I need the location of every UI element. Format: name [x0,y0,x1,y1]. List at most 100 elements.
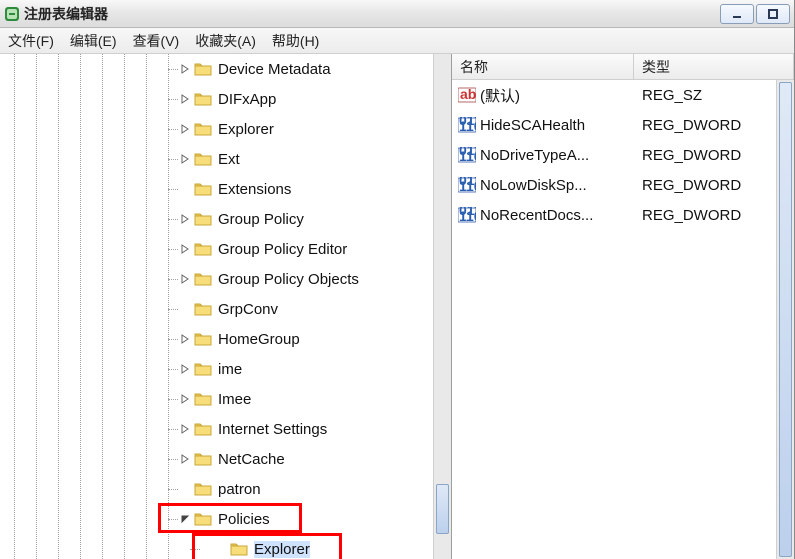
tree-item[interactable]: Extensions [0,174,433,204]
expander-closed-icon[interactable] [178,152,192,166]
tree-item-label: Ext [218,151,240,168]
tree-item[interactable]: Imee [0,384,433,414]
folder-icon [194,331,212,347]
tree-item-label: ime [218,361,242,378]
column-header-name[interactable]: 名称 [452,54,634,79]
scrollbar-thumb[interactable] [779,82,792,557]
svg-text:110: 110 [459,118,476,133]
tree-item-label: DIFxApp [218,91,276,108]
folder-icon [194,181,212,197]
folder-icon [194,421,212,437]
menu-view[interactable]: 查看(V) [133,31,180,51]
menu-bar: 文件(F) 编辑(E) 查看(V) 收藏夹(A) 帮助(H) [0,28,794,54]
expander-none [214,542,228,556]
value-name: NoDriveTypeA... [480,147,589,164]
list-row[interactable]: 011110NoRecentDocs...REG_DWORD [452,200,794,230]
folder-icon [194,511,212,527]
tree-item-label: Extensions [218,181,291,198]
expander-none [178,482,192,496]
minimize-button[interactable] [720,4,754,24]
scrollbar-thumb[interactable] [436,484,449,534]
value-name: HideSCAHealth [480,117,585,134]
value-name: (默认) [480,85,520,106]
tree-item-label: GrpConv [218,301,278,318]
folder-icon [194,61,212,77]
menu-file[interactable]: 文件(F) [8,31,54,51]
value-type: REG_DWORD [634,207,794,224]
list-row[interactable]: 011110NoLowDiskSp... REG_DWORD [452,170,794,200]
expander-closed-icon[interactable] [178,92,192,106]
expander-closed-icon[interactable] [178,122,192,136]
tree-item[interactable]: Ext [0,144,433,174]
menu-help[interactable]: 帮助(H) [272,31,319,51]
tree-item-label: Policies [218,511,270,528]
expander-closed-icon[interactable] [178,332,192,346]
tree-scrollbar[interactable] [433,54,451,559]
reg-dword-icon: 011110 [458,117,476,133]
tree-item-label: Explorer [254,541,310,558]
folder-icon [194,391,212,407]
menu-edit[interactable]: 编辑(E) [70,31,117,51]
menu-favorites[interactable]: 收藏夹(A) [195,31,256,51]
folder-icon [194,481,212,497]
tree-item-label: HomeGroup [218,331,300,348]
tree-item[interactable]: patron [0,474,433,504]
tree-item[interactable]: Policies [0,504,433,534]
expander-closed-icon[interactable] [178,212,192,226]
folder-icon [194,361,212,377]
expander-none [178,182,192,196]
list-row[interactable]: ab(默认)REG_SZ [452,80,794,110]
tree-item-label: Group Policy Objects [218,271,359,288]
expander-closed-icon[interactable] [178,392,192,406]
folder-icon [194,211,212,227]
maximize-button[interactable] [756,4,790,24]
expander-closed-icon[interactable] [178,422,192,436]
expander-closed-icon[interactable] [178,272,192,286]
tree-item[interactable]: HomeGroup [0,324,433,354]
tree-item[interactable]: Device Metadata [0,54,433,84]
value-name: NoRecentDocs... [480,207,593,224]
tree-item-label: Group Policy [218,211,304,228]
tree-item[interactable]: DIFxApp [0,84,433,114]
column-header-type[interactable]: 类型 [634,54,794,79]
folder-icon [194,241,212,257]
tree-item[interactable]: NetCache [0,444,433,474]
expander-closed-icon[interactable] [178,62,192,76]
tree-item[interactable]: Group Policy Objects [0,264,433,294]
tree-item[interactable]: Group Policy [0,204,433,234]
folder-icon [194,301,212,317]
window-controls [720,4,790,24]
folder-icon [194,451,212,467]
tree-item-label: NetCache [218,451,285,468]
list-pane: 名称 类型 ab(默认)REG_SZ011110HideSCAHealthREG… [452,54,794,559]
folder-icon [194,91,212,107]
tree-item[interactable]: Group Policy Editor [0,234,433,264]
tree-item-label: Group Policy Editor [218,241,347,258]
value-name: NoLowDiskSp... [480,177,587,194]
tree-item[interactable]: Internet Settings [0,414,433,444]
tree-item-label: Explorer [218,121,274,138]
folder-icon [194,151,212,167]
list-scrollbar[interactable] [776,80,794,559]
tree-item[interactable]: GrpConv [0,294,433,324]
reg-sz-icon: ab [458,87,476,103]
expander-closed-icon[interactable] [178,242,192,256]
list-header: 名称 类型 [452,54,794,80]
window-title: 注册表编辑器 [24,4,108,24]
expander-closed-icon[interactable] [178,362,192,376]
expander-open-icon[interactable] [178,512,192,526]
reg-dword-icon: 011110 [458,177,476,193]
list-rows: ab(默认)REG_SZ011110HideSCAHealthREG_DWORD… [452,80,794,230]
tree-item[interactable]: Explorer [0,534,433,559]
value-type: REG_DWORD [634,117,794,134]
list-row[interactable]: 011110NoDriveTypeA...REG_DWORD [452,140,794,170]
tree-item-label: patron [218,481,261,498]
list-row[interactable]: 011110HideSCAHealth REG_DWORD [452,110,794,140]
value-type: REG_DWORD [634,177,794,194]
tree-item[interactable]: Explorer [0,114,433,144]
svg-text:110: 110 [459,208,476,223]
tree-item[interactable]: ime [0,354,433,384]
expander-closed-icon[interactable] [178,452,192,466]
tree-item-label: Internet Settings [218,421,327,438]
expander-none [178,302,192,316]
